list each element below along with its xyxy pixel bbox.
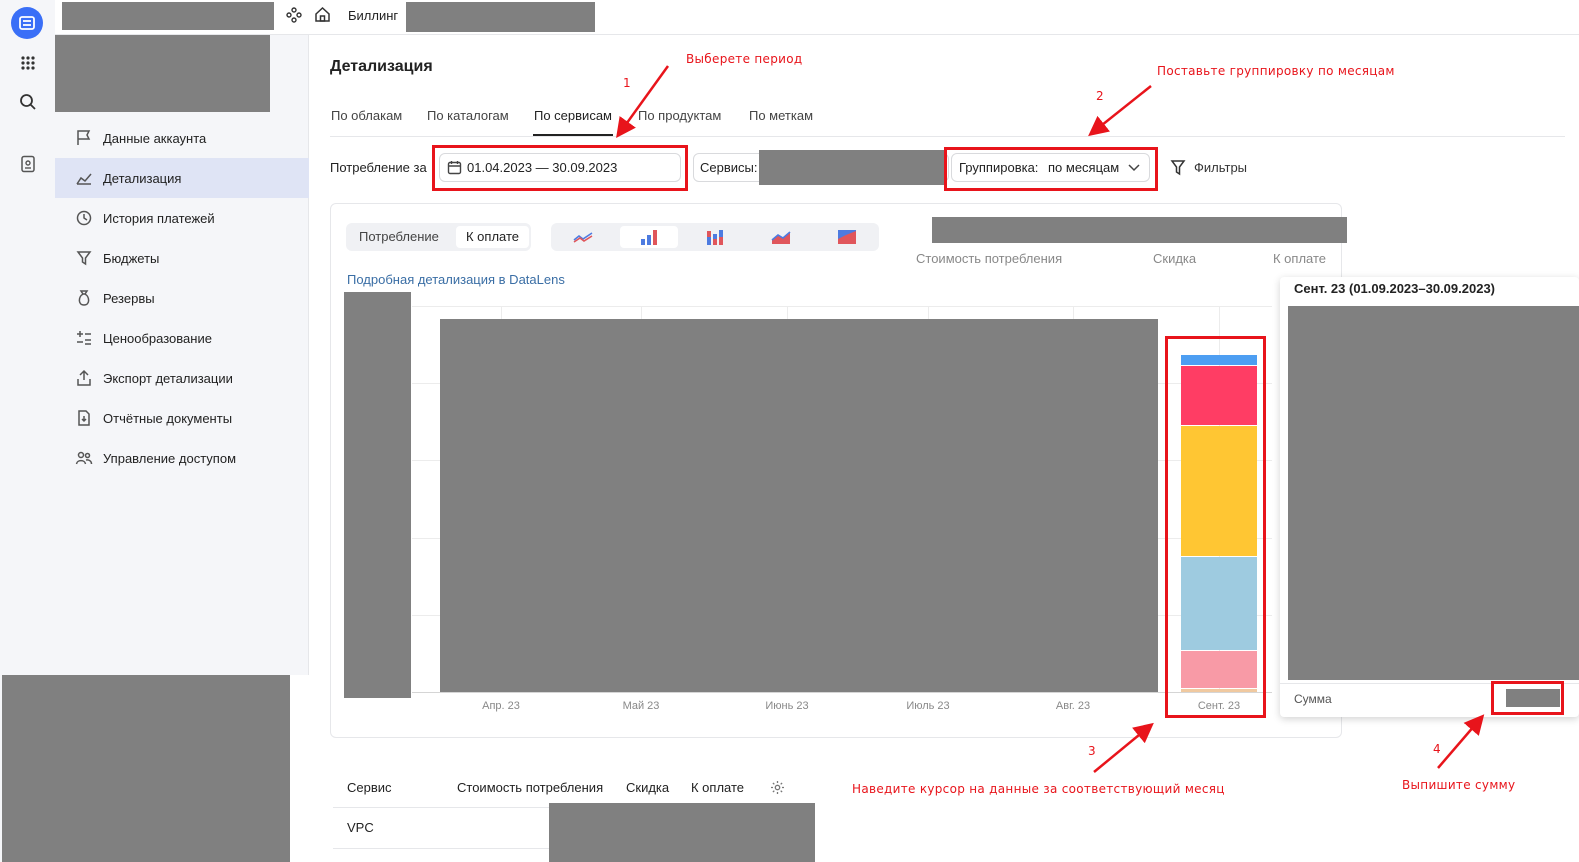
redacted-bars	[440, 319, 1158, 692]
annotation-text-1: Выберете период	[686, 52, 803, 66]
sidebar-item-reserves[interactable]: Резервы	[55, 278, 309, 318]
sidebar: Данные аккаунта Детализация История плат…	[55, 35, 309, 675]
tab-products[interactable]: По продуктам	[638, 108, 721, 123]
billing-account-icon[interactable]	[17, 153, 39, 175]
area-chart-icon	[771, 231, 791, 244]
summary-header-discount: Скидка	[1153, 251, 1197, 266]
tab-services[interactable]: По сервисам	[534, 108, 612, 123]
chart-tooltip: Сент. 23 (01.09.2023–30.09.2023) Сумма	[1280, 277, 1579, 717]
apps-grid-icon[interactable]	[17, 52, 39, 74]
table-header-cost: Стоимость потребления	[457, 780, 604, 795]
mode-consumption[interactable]: Потребление	[349, 226, 449, 248]
redacted-block	[549, 803, 815, 862]
sidebar-item-documents[interactable]: Отчётные документы	[55, 398, 309, 438]
top-bar	[55, 0, 1579, 35]
sidebar-item-payment-history[interactable]: История платежей	[55, 198, 309, 238]
x-tick-label: Май 23	[622, 700, 660, 712]
summary-header-cost: Стоимость потребления	[916, 251, 1063, 266]
chart-type-normalized[interactable]	[818, 226, 876, 248]
home-icon[interactable]	[314, 6, 331, 26]
redacted-block	[1288, 306, 1579, 680]
annotation-box-grouping	[944, 147, 1158, 191]
calculator-icon	[77, 331, 91, 345]
chart-type-bar[interactable]	[620, 226, 678, 248]
x-tick-label: Июль 23	[906, 700, 950, 712]
table-header-service: Сервис	[347, 780, 392, 795]
annotation-number-3: 3	[1088, 744, 1096, 758]
datalens-link[interactable]: Подробная детализация в DataLens	[347, 272, 565, 287]
table-header-to-pay: К оплате	[691, 780, 745, 795]
annotation-box-sum	[1491, 681, 1564, 715]
annotation-number-2: 2	[1096, 89, 1104, 103]
annotation-text-2: Поставьте группировку по месяцам	[1157, 64, 1395, 78]
sidebar-item-budgets[interactable]: Бюджеты	[55, 238, 309, 278]
document-icon	[78, 410, 90, 426]
x-tick-label: Июнь 23	[765, 700, 809, 712]
normalized-area-icon	[838, 230, 856, 244]
stacked-bar-icon	[707, 230, 723, 245]
filter-icon	[1170, 160, 1186, 176]
chart-type-line[interactable]	[554, 226, 612, 248]
redacted-block	[2, 675, 290, 862]
sidebar-item-details[interactable]: Детализация	[55, 158, 309, 198]
flag-icon	[77, 130, 91, 145]
sidebar-item-access[interactable]: Управление доступом	[55, 438, 309, 478]
sidebar-item-pricing[interactable]: Ценообразование	[55, 318, 309, 358]
chart-area-icon	[76, 173, 92, 185]
redacted-block	[759, 150, 945, 185]
page-title: Детализация	[330, 58, 433, 75]
redacted-block	[406, 2, 595, 32]
annotation-number-1: 1	[623, 76, 631, 90]
mode-toggle: Потребление К оплате	[346, 223, 531, 251]
redacted-block	[62, 2, 274, 30]
app-logo-icon[interactable]	[11, 7, 43, 39]
table-settings-gear-icon[interactable]	[770, 780, 785, 798]
mode-to-pay[interactable]: К оплате	[456, 226, 530, 248]
chart-type-switcher	[551, 223, 879, 251]
annotation-text-3: Наведите курсор на данные за соответству…	[852, 782, 1225, 796]
money-bag-icon	[78, 290, 90, 306]
tooltip-sum-label: Сумма	[1294, 692, 1332, 706]
x-tick-label: Апр. 23	[482, 700, 520, 712]
table-header-discount: Скидка	[626, 780, 670, 795]
history-icon	[76, 210, 92, 226]
tooltip-title: Сент. 23 (01.09.2023–30.09.2023)	[1294, 281, 1496, 296]
chart-type-area[interactable]	[752, 226, 810, 248]
funnel-icon	[76, 251, 92, 266]
annotation-box-period	[432, 145, 688, 191]
bar-chart-icon	[641, 230, 657, 245]
search-icon[interactable]	[17, 91, 39, 113]
table-cell-service: VPC	[347, 820, 374, 835]
annotation-number-4: 4	[1433, 742, 1441, 756]
grid-line	[412, 306, 1272, 307]
sidebar-item-account-data[interactable]: Данные аккаунта	[55, 118, 309, 158]
users-icon	[75, 451, 93, 465]
line-chart-icon	[573, 232, 593, 243]
services-label: Сервисы:	[700, 160, 758, 175]
annotation-text-4: Выпишите сумму	[1402, 778, 1516, 792]
chart-type-stacked[interactable]	[686, 226, 744, 248]
tab-folders[interactable]: По каталогам	[427, 108, 509, 123]
redacted-block	[55, 35, 270, 112]
filters-button[interactable]: Фильтры	[1170, 159, 1247, 176]
summary-header-to-pay: К оплате	[1273, 251, 1327, 266]
x-tick-label: Авг. 23	[1055, 700, 1091, 712]
tab-labels[interactable]: По меткам	[749, 108, 813, 123]
tab-clouds[interactable]: По облакам	[331, 108, 402, 123]
tabs-divider	[330, 136, 1565, 137]
annotation-box-september	[1165, 336, 1266, 718]
redacted-block	[932, 217, 1347, 243]
sidebar-item-export[interactable]: Экспорт детализации	[55, 358, 309, 398]
period-label: Потребление за	[330, 160, 427, 175]
redacted-y-axis	[344, 292, 411, 698]
x-axis-line	[412, 692, 1272, 693]
export-icon	[77, 369, 91, 386]
services-hub-icon[interactable]	[286, 7, 302, 26]
breadcrumb-billing[interactable]: Биллинг	[348, 8, 398, 23]
